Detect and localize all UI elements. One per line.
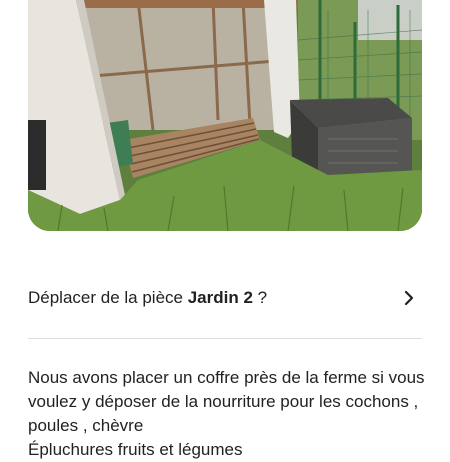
- room-move-suffix: ?: [252, 288, 268, 307]
- room-move-prefix: Déplacer de la pièce: [28, 288, 188, 307]
- chevron-right-icon[interactable]: [400, 289, 418, 307]
- section-divider: [28, 338, 422, 339]
- garden-shed-photo: [28, 0, 422, 231]
- room-move-text: Déplacer de la pièce Jardin 2 ?: [28, 287, 267, 309]
- room-move-row[interactable]: Déplacer de la pièce Jardin 2 ?: [28, 270, 422, 326]
- room-name: Jardin 2: [187, 288, 253, 307]
- listing-photo[interactable]: [28, 0, 422, 231]
- photo-description: Nous avons placer un coffre près de la f…: [28, 368, 425, 459]
